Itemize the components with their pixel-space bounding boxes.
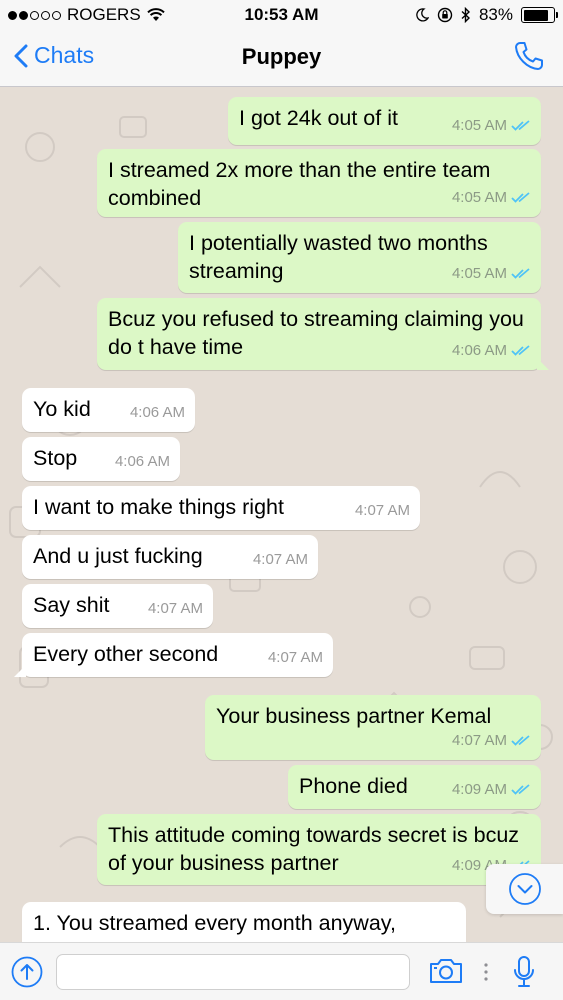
message-input[interactable] [56,954,410,990]
message-input-bar [0,942,563,1000]
message-time: 4:05 AM [451,117,507,134]
message-meta: 4:05 AM [452,112,531,140]
message-meta: 4:05 AM [452,184,531,212]
message-meta: 4:07 AM [148,595,203,623]
message-time: 4:07 AM [354,502,410,519]
nav-bar: Chats Puppey [0,30,563,87]
message-bubble-incoming[interactable]: Say shit 4:07 AM [22,584,213,628]
message-bubble-outgoing[interactable]: I potentially wasted two months streamin… [178,222,541,293]
message-time: 4:05 AM [451,189,507,206]
message-meta: 4:09 AM [452,776,531,804]
attach-button[interactable] [11,956,43,993]
message-time: 4:07 AM [252,551,308,568]
message-bubble-incoming[interactable]: And u just fucking 4:07 AM [22,535,318,579]
message-meta: 4:07 AM [355,497,410,525]
read-receipt-icon [511,345,530,356]
message-bubble-incoming[interactable]: Yo kid 4:06 AM [22,388,195,432]
message-text: And u just fucking [33,544,203,568]
message-time: 4:06 AM [451,342,507,359]
more-options-icon[interactable] [484,962,488,987]
message-bubble-outgoing[interactable]: Your business partner Kemal 4:07 AM [205,695,541,760]
contact-name[interactable]: Puppey [0,44,563,70]
message-bubble-incoming[interactable]: I want to make things right 4:07 AM [22,486,420,530]
moon-icon [416,8,429,22]
read-receipt-icon [511,268,530,279]
message-text: Say shit [33,593,110,617]
message-meta: 4:06 AM [130,399,185,427]
battery-icon [521,7,558,23]
message-text: 1. You streamed every month anyway, [33,911,396,935]
message-meta: 4:07 AM [268,644,323,672]
microphone-icon [514,956,534,987]
battery-percent: 83% [478,5,513,24]
message-time: 4:05 AM [451,265,507,282]
camera-button[interactable] [428,957,464,990]
read-receipt-icon [511,784,530,795]
message-meta: 4:07 AM [452,727,531,755]
message-meta: 4:06 AM [452,337,531,365]
camera-icon [430,959,462,983]
message-bubble-outgoing[interactable]: Bcuz you refused to streaming claiming y… [97,298,549,370]
message-time: 4:06 AM [114,453,170,470]
message-time: 4:07 AM [451,732,507,749]
message-text: I got 24k out of it [239,106,398,130]
phone-icon [515,42,543,70]
message-time: 4:06 AM [129,404,185,421]
status-bar: ROGERS 10:53 AM 83% [0,0,563,30]
message-text: I potentially wasted two months streamin… [189,231,488,283]
message-time: 4:07 AM [267,649,323,666]
scroll-down-icon [508,873,541,905]
message-time: 4:07 AM [147,600,203,617]
scroll-to-bottom-button[interactable] [486,864,563,914]
status-right: 83% [415,5,558,25]
message-bubble-outgoing[interactable]: I got 24k out of it 4:05 AM [228,97,541,145]
message-bubble-outgoing[interactable]: I streamed 2x more than the entire team … [97,149,541,217]
message-text: I want to make things right [33,495,284,519]
call-button[interactable] [513,40,545,77]
bluetooth-icon [461,7,470,23]
bubble-tail [537,358,549,370]
voice-record-button[interactable] [512,955,536,994]
message-text: Yo kid [33,397,91,421]
read-receipt-icon [511,192,530,203]
read-receipt-icon [511,735,530,746]
orientation-lock-icon [437,7,453,23]
message-meta: 4:06 AM [115,448,170,476]
chat-area[interactable]: I got 24k out of it 4:05 AM I streamed 2… [0,87,563,942]
message-text: Stop [33,446,78,470]
message-text: I streamed 2x more than the entire team … [108,158,491,210]
bubble-tail [14,665,26,677]
message-bubble-outgoing[interactable]: This attitude coming towards secret is b… [97,814,549,885]
message-bubble-incoming[interactable]: 1. You streamed every month anyway, [22,902,466,942]
upload-arrow-icon [11,956,43,988]
message-bubble-incoming[interactable]: Every other second 4:07 AM [14,633,333,677]
message-text: Every other second [33,642,219,666]
read-receipt-icon [511,120,530,131]
message-text: Your business partner Kemal [216,704,492,728]
message-meta: 4:05 AM [452,260,531,288]
message-bubble-outgoing[interactable]: Phone died 4:09 AM [288,765,541,809]
message-time: 4:09 AM [451,781,507,798]
message-meta: 4:07 AM [253,546,308,574]
message-text: Phone died [299,774,408,798]
message-bubble-incoming[interactable]: Stop 4:06 AM [22,437,180,481]
